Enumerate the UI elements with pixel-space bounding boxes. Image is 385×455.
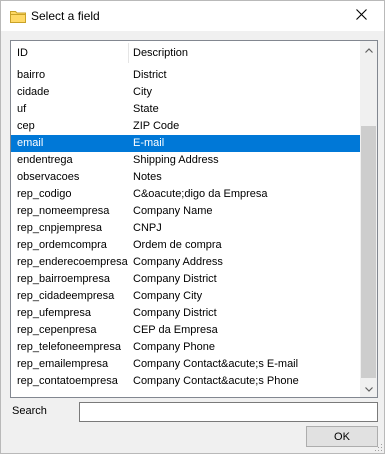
column-separator[interactable] xyxy=(128,43,129,63)
field-id: rep_enderecoempresa xyxy=(17,256,128,268)
field-id: rep_codigo xyxy=(17,188,72,200)
field-description: Company Address xyxy=(133,256,223,268)
list-item[interactable]: endentrega Shipping Address xyxy=(11,152,360,169)
list-item[interactable]: rep_ordemcompra Ordem de compra xyxy=(11,237,360,254)
chevron-down-icon xyxy=(364,383,373,395)
window-title: Select a field xyxy=(31,9,100,23)
search-input[interactable] xyxy=(79,402,378,422)
folder-icon xyxy=(10,9,26,23)
field-description: State xyxy=(133,103,159,115)
field-description: CEP da Empresa xyxy=(133,324,218,336)
list-item[interactable]: rep_cnpjempresa CNPJ xyxy=(11,220,360,237)
list-item[interactable]: rep_codigo C&oacute;digo da Empresa xyxy=(11,186,360,203)
column-header-description[interactable]: Description xyxy=(133,41,188,65)
field-description: Company District xyxy=(133,307,217,319)
list-item[interactable]: rep_nomeempresa Company Name xyxy=(11,203,360,220)
field-description: Company District xyxy=(133,273,217,285)
list-rows: bairro District cidade City uf State cep ZIP Co… xyxy=(11,67,360,390)
title-bar[interactable]: Select a field xyxy=(1,1,384,31)
list-item[interactable]: observacoes Notes xyxy=(11,169,360,186)
field-description: Company Name xyxy=(133,205,213,217)
field-description: Company Contact&acute;s Phone xyxy=(133,375,299,387)
field-id: rep_cidadeempresa xyxy=(17,290,115,302)
list-item[interactable]: rep_emailempresa Company Contact&acute;s … xyxy=(11,356,360,373)
list-item[interactable]: rep_telefoneempresa Company Phone xyxy=(11,339,360,356)
list-item[interactable]: rep_enderecoempresa Company Address xyxy=(11,254,360,271)
ok-button[interactable]: OK xyxy=(306,426,378,447)
field-id: rep_cnpjempresa xyxy=(17,222,102,234)
list-item[interactable]: uf State xyxy=(11,101,360,118)
list-item[interactable]: rep_ufempresa Company District xyxy=(11,305,360,322)
field-id: rep_ordemcompra xyxy=(17,239,107,251)
field-id: rep_telefoneempresa xyxy=(17,341,121,353)
field-description: C&oacute;digo da Empresa xyxy=(133,188,268,200)
field-id: cep xyxy=(17,120,35,132)
field-description: CNPJ xyxy=(133,222,162,234)
field-description: City xyxy=(133,86,152,98)
scroll-thumb[interactable] xyxy=(361,126,376,378)
list-item[interactable]: cidade City xyxy=(11,84,360,101)
field-description: Company Contact&acute;s E-mail xyxy=(133,358,299,370)
field-description: Shipping Address xyxy=(133,154,219,166)
field-id: rep_nomeempresa xyxy=(17,205,110,217)
chevron-up-icon xyxy=(364,44,373,56)
list-item[interactable]: rep_contatoempresa Company Contact&acute;… xyxy=(11,373,360,390)
close-icon xyxy=(355,9,367,23)
field-id: bairro xyxy=(17,69,46,81)
field-description: Notes xyxy=(133,171,162,183)
field-id: cidade xyxy=(17,86,50,98)
field-id: uf xyxy=(17,103,27,115)
field-description: District xyxy=(133,69,167,81)
field-id: endentrega xyxy=(17,154,73,166)
scroll-up-button[interactable] xyxy=(360,41,377,58)
list-header: ID Description xyxy=(11,41,360,65)
field-id: rep_contatoempresa xyxy=(17,375,118,387)
search-label: Search xyxy=(12,405,47,417)
field-description: Company Phone xyxy=(133,341,215,353)
list-item[interactable]: rep_cepenpresa CEP da Empresa xyxy=(11,322,360,339)
list-item[interactable]: email E-mail xyxy=(11,135,360,152)
column-header-id[interactable]: ID xyxy=(17,41,28,65)
field-description: ZIP Code xyxy=(133,120,180,132)
field-list[interactable]: ID Description bairro District cidade City u… xyxy=(10,40,378,398)
field-id: rep_emailempresa xyxy=(17,358,109,370)
scroll-down-button[interactable] xyxy=(360,380,377,397)
list-item[interactable]: cep ZIP Code xyxy=(11,118,360,135)
field-description: Ordem de compra xyxy=(133,239,222,251)
list-item[interactable]: rep_cidadeempresa Company City xyxy=(11,288,360,305)
list-item[interactable]: rep_bairroempresa Company District xyxy=(11,271,360,288)
field-id: rep_cepenpresa xyxy=(17,324,97,336)
field-description: E-mail xyxy=(133,137,165,149)
close-button[interactable] xyxy=(338,1,384,31)
field-id: observacoes xyxy=(17,171,80,183)
list-item[interactable]: bairro District xyxy=(11,67,360,84)
field-description: Company City xyxy=(133,290,203,302)
field-id: rep_ufempresa xyxy=(17,307,91,319)
field-id: email xyxy=(17,137,44,149)
select-field-dialog: Select a field ID Description bairro Dist… xyxy=(0,0,385,454)
field-id: rep_bairroempresa xyxy=(17,273,110,285)
resize-grip-icon[interactable] xyxy=(373,442,383,452)
vertical-scrollbar[interactable] xyxy=(360,41,377,397)
